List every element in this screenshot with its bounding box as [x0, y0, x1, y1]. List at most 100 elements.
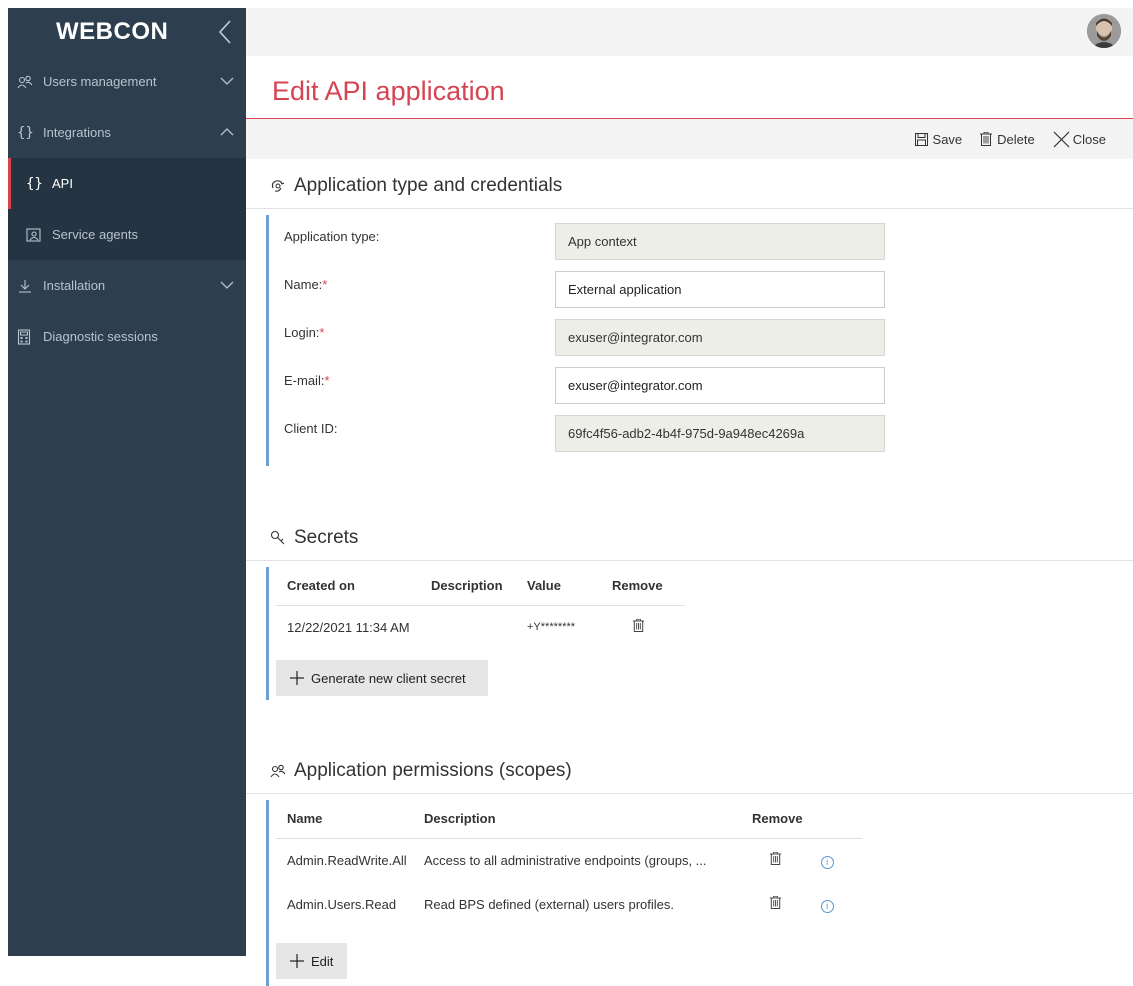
- save-button[interactable]: Save: [914, 131, 963, 147]
- credentials-section-header: Application type and credentials: [246, 163, 1133, 209]
- users-icon: [270, 764, 286, 777]
- column-header: Created on: [276, 567, 431, 606]
- table-row: Admin.Users.Read Read BPS defined (exter…: [276, 882, 862, 926]
- users-icon: [17, 75, 39, 89]
- sidebar-item-label: API: [52, 176, 73, 191]
- trash-icon[interactable]: [770, 851, 781, 865]
- secrets-section-header: Secrets: [246, 515, 1133, 561]
- info-icon[interactable]: i: [820, 855, 834, 869]
- required-asterisk: *: [322, 277, 328, 292]
- chevron-down-icon: [220, 77, 234, 85]
- field-label: E-mail:*: [284, 373, 330, 388]
- client-id-field: 69fc4f56-adb2-4b4f-975d-9a948ec4269a: [555, 415, 885, 452]
- trash-icon[interactable]: [633, 619, 644, 633]
- scope-name-cell: Admin.ReadWrite.All: [287, 852, 407, 868]
- remove-cell: i: [752, 838, 862, 882]
- save-icon: [914, 132, 928, 146]
- field-label-text: E-mail:: [284, 373, 325, 388]
- scope-description-cell: Read BPS defined (external) users profil…: [424, 896, 675, 912]
- title-bar: Edit API application: [246, 56, 1133, 119]
- avatar[interactable]: [1087, 14, 1121, 48]
- logo: WEBCON: [56, 18, 169, 45]
- column-header: Name: [276, 800, 424, 839]
- braces-icon: {}: [17, 124, 34, 141]
- permissions-section: Name Description Remove Admin.ReadWrite.…: [266, 800, 1133, 986]
- generate-secret-button[interactable]: Generate new client secret: [276, 660, 488, 696]
- key-icon: [270, 530, 285, 544]
- table-row: Admin.ReadWrite.All Access to all admini…: [276, 838, 862, 882]
- sidebar-item-service-agents[interactable]: Service agents: [8, 209, 246, 260]
- toolbar: Save Delete Close: [246, 119, 1133, 159]
- field-label-text: Login:: [284, 325, 320, 340]
- column-header: Remove: [752, 800, 862, 839]
- email-field[interactable]: exuser@integrator.com: [555, 367, 885, 404]
- remove-cell: [612, 605, 685, 649]
- trash-icon: [980, 132, 993, 146]
- close-icon: [1053, 131, 1070, 147]
- field-label: Name:*: [284, 277, 327, 292]
- sidebar-item-label: Service agents: [52, 227, 138, 242]
- calculator-icon: [17, 328, 39, 345]
- sidebar-item-api[interactable]: {} API: [8, 158, 246, 209]
- secrets-table: Created on Description Value Remove 12/2…: [276, 567, 685, 649]
- remove-cell: i: [752, 882, 862, 926]
- integrations-submenu: {} API Service agents: [8, 158, 246, 260]
- sidebar-item-label: Users management: [43, 74, 157, 89]
- section-title: Application permissions (scopes): [294, 759, 572, 781]
- close-label: Close: [1072, 131, 1106, 147]
- plus-icon: [290, 954, 304, 968]
- download-icon: [17, 278, 39, 294]
- sidebar-item-integrations[interactable]: {} Integrations: [8, 107, 246, 158]
- braces-icon: {}: [26, 175, 43, 192]
- close-button[interactable]: Close: [1053, 131, 1106, 148]
- value-cell: +Y********: [527, 621, 576, 634]
- sidebar-item-installation[interactable]: Installation: [8, 260, 246, 311]
- login-field: exuser@integrator.com: [555, 319, 885, 356]
- sidebar-item-users-management[interactable]: Users management: [8, 56, 246, 107]
- field-client-id: Client ID: 69fc4f56-adb2-4b4f-975d-9a948…: [269, 407, 1133, 455]
- delete-label: Delete: [997, 131, 1035, 147]
- top-bar: [246, 8, 1133, 56]
- column-header: Value: [527, 567, 612, 606]
- main-content: Edit API application Save Delete Close A…: [246, 8, 1133, 986]
- trash-icon[interactable]: [770, 895, 781, 909]
- table-header-row: Name Description Remove: [276, 800, 862, 839]
- save-label: Save: [932, 131, 963, 147]
- field-label-text: Name:: [284, 277, 323, 292]
- permissions-table: Name Description Remove Admin.ReadWrite.…: [276, 800, 862, 926]
- field-label: Client ID:: [284, 421, 338, 436]
- scope-description-cell: Access to all administrative endpoints (…: [424, 852, 707, 868]
- sidebar-item-label: Installation: [43, 278, 106, 293]
- field-email: E-mail:* exuser@integrator.com: [269, 359, 1133, 407]
- permissions-section-header: Application permissions (scopes): [246, 748, 1133, 794]
- service-agent-icon: [26, 227, 48, 243]
- field-name: Name:* External application: [269, 263, 1133, 311]
- field-application-type: Application type: App context: [269, 215, 1133, 263]
- scope-name-cell: Admin.Users.Read: [287, 896, 397, 912]
- info-icon[interactable]: i: [820, 899, 834, 913]
- generate-label: Generate new client secret: [311, 670, 466, 686]
- field-login: Login:* exuser@integrator.com: [269, 311, 1133, 359]
- required-asterisk: *: [319, 325, 325, 340]
- name-field[interactable]: External application: [555, 271, 885, 308]
- chevron-up-icon: [220, 128, 234, 136]
- collapse-sidebar-icon[interactable]: [216, 18, 234, 46]
- chevron-down-icon: [220, 281, 234, 289]
- column-header: Description: [424, 800, 752, 839]
- description-cell: [431, 605, 527, 649]
- application-type-icon: [271, 179, 285, 192]
- section-title: Secrets: [294, 526, 359, 548]
- required-asterisk: *: [324, 373, 330, 388]
- sidebar-item-label: Diagnostic sessions: [43, 329, 158, 344]
- column-header: Description: [431, 567, 527, 606]
- logo-bar: WEBCON: [8, 8, 246, 56]
- created-on-cell: 12/22/2021 11:34 AM: [287, 619, 410, 635]
- edit-scopes-button[interactable]: Edit: [276, 943, 347, 979]
- table-header-row: Created on Description Value Remove: [276, 567, 685, 606]
- sidebar: WEBCON Users management {} Integrations …: [8, 8, 246, 956]
- column-header: Remove: [612, 567, 685, 606]
- delete-button[interactable]: Delete: [980, 132, 1035, 147]
- plus-icon: [290, 671, 304, 685]
- sidebar-item-diagnostic-sessions[interactable]: Diagnostic sessions: [8, 311, 246, 362]
- application-type-field: App context: [555, 223, 885, 260]
